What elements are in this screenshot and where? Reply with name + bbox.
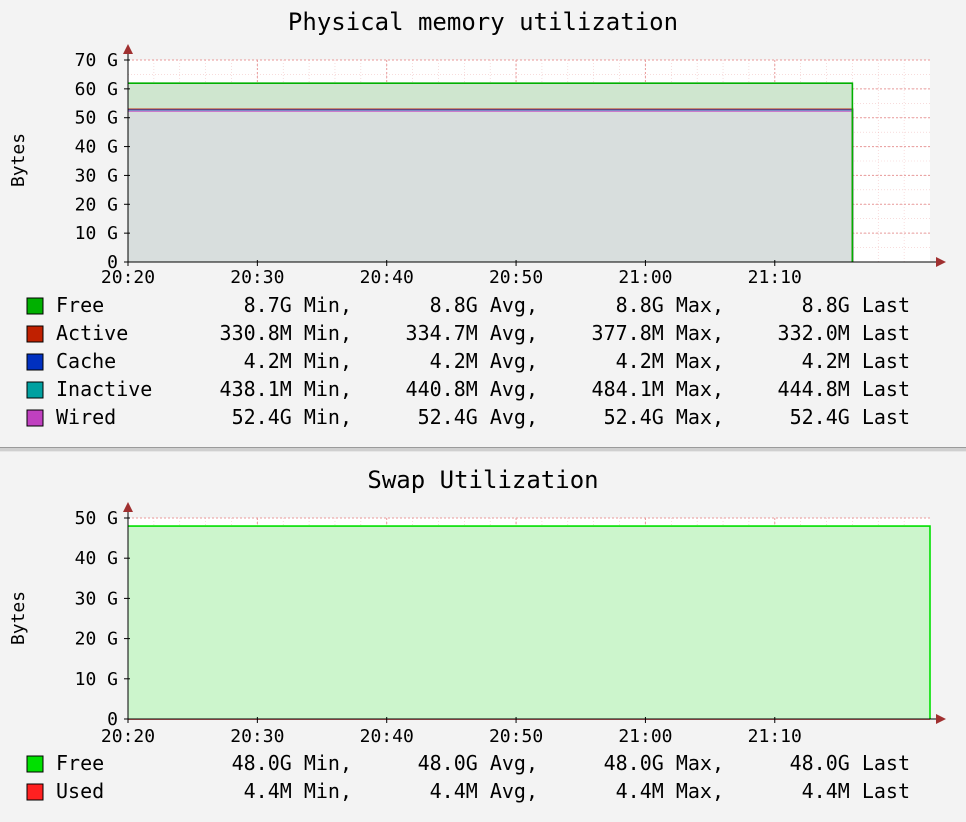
- legend-min: 52.4G Min,: [232, 405, 352, 429]
- legend-last: 4.4M Last: [802, 779, 910, 803]
- y-tick-label: 50 G: [75, 108, 118, 129]
- x-tick-label: 20:40: [360, 267, 414, 288]
- y-tick-label: 50 G: [75, 508, 118, 529]
- legend-avg: 48.0G Avg,: [418, 751, 538, 775]
- y-tick-label: 60 G: [75, 79, 118, 100]
- legend-swatch-cache: [26, 353, 44, 371]
- swap-chart: Swap UtilizationBytes010 G20 G30 G40 G50…: [8, 466, 946, 803]
- y-axis-label: Bytes: [8, 591, 29, 645]
- legend-min: 4.2M Min,: [244, 349, 352, 373]
- y-tick-label: 40 G: [75, 548, 118, 569]
- legend-min: 4.4M Min,: [244, 779, 352, 803]
- legend-avg: 334.7M Avg,: [406, 321, 538, 345]
- legend-max: 4.2M Max,: [616, 349, 724, 373]
- legend-last: 4.2M Last: [802, 349, 910, 373]
- y-axis-arrow: [123, 502, 133, 512]
- y-tick-label: 20 G: [75, 629, 118, 650]
- legend-swatch-inactive: [26, 381, 44, 399]
- x-tick-label: 20:40: [360, 726, 414, 747]
- y-tick-label: 30 G: [75, 165, 118, 186]
- legend-max: 48.0G Max,: [604, 751, 724, 775]
- memory-chart-panel: Physical memory utilization Bytes 0 10 G 20 …: [0, 0, 966, 447]
- chart-title: Physical memory utilization: [288, 8, 678, 36]
- y-tick-label: 20 G: [75, 194, 118, 215]
- x-tick-label: 20:20: [101, 267, 155, 288]
- legend-last: 52.4G Last: [790, 405, 910, 429]
- y-tick-label: 10 G: [75, 669, 118, 690]
- legend-last: 444.8M Last: [778, 377, 910, 401]
- legend-label: Used: [56, 779, 104, 803]
- legend-avg: 4.2M Avg,: [430, 349, 538, 373]
- legend-label: Inactive: [56, 377, 152, 401]
- y-tick-label: 30 G: [75, 588, 118, 609]
- legend-last: 332.0M Last: [778, 321, 910, 345]
- legend-swatch-active: [26, 325, 44, 343]
- legend-label: Cache: [56, 349, 116, 373]
- legend-label: Free: [56, 751, 104, 775]
- legend-swatch-free: [26, 297, 44, 315]
- legend-swatch-free: [26, 755, 44, 773]
- x-tick-label: 21:00: [618, 267, 672, 288]
- legend-avg: 440.8M Avg,: [406, 377, 538, 401]
- area-free: [128, 526, 930, 719]
- legend-min: 8.7G Min,: [244, 293, 352, 317]
- legend-label: Active: [56, 321, 128, 345]
- y-axis-label: Bytes: [8, 133, 29, 187]
- legend-max: 52.4G Max,: [604, 405, 724, 429]
- y-tick-label: 40 G: [75, 137, 118, 158]
- legend-max: 377.8M Max,: [592, 321, 724, 345]
- legend-avg: 52.4G Avg,: [418, 405, 538, 429]
- area-free: [128, 83, 853, 109]
- legend-last: 48.0G Last: [790, 751, 910, 775]
- legend-max: 4.4M Max,: [616, 779, 724, 803]
- legend-label: Wired: [56, 405, 116, 429]
- legend-avg: 4.4M Avg,: [430, 779, 538, 803]
- x-axis-arrow: [936, 257, 946, 267]
- legend-label: Free: [56, 293, 104, 317]
- y-tick-label: 70 G: [75, 50, 118, 71]
- y-tick-label: 10 G: [75, 223, 118, 244]
- swap-chart-panel: Swap Utilization Bytes 0 10 G 20 G 30 G 40 G 50…: [0, 452, 966, 822]
- x-tick-label: 20:50: [489, 726, 543, 747]
- legend-min: 48.0G Min,: [232, 751, 352, 775]
- legend-min: 330.8M Min,: [220, 321, 352, 345]
- memory-chart: Physical memory utilizationBytes010 G20 …: [8, 8, 946, 429]
- legend-min: 438.1M Min,: [220, 377, 352, 401]
- x-tick-label: 20:30: [230, 726, 284, 747]
- chart-title: Swap Utilization: [367, 466, 598, 494]
- x-tick-label: 21:00: [618, 726, 672, 747]
- x-tick-label: 21:10: [748, 726, 802, 747]
- legend-last: 8.8G Last: [802, 293, 910, 317]
- legend-swatch-wired: [26, 409, 44, 427]
- y-axis-arrow: [123, 44, 133, 54]
- x-tick-label: 20:50: [489, 267, 543, 288]
- legend-swatch-used: [26, 783, 44, 801]
- legend-max: 484.1M Max,: [592, 377, 724, 401]
- legend-max: 8.8G Max,: [616, 293, 724, 317]
- x-tick-label: 20:20: [101, 726, 155, 747]
- x-tick-label: 20:30: [230, 267, 284, 288]
- legend-avg: 8.8G Avg,: [430, 293, 538, 317]
- area-wired: [128, 110, 853, 262]
- x-axis-arrow: [936, 714, 946, 724]
- x-tick-label: 21:10: [748, 267, 802, 288]
